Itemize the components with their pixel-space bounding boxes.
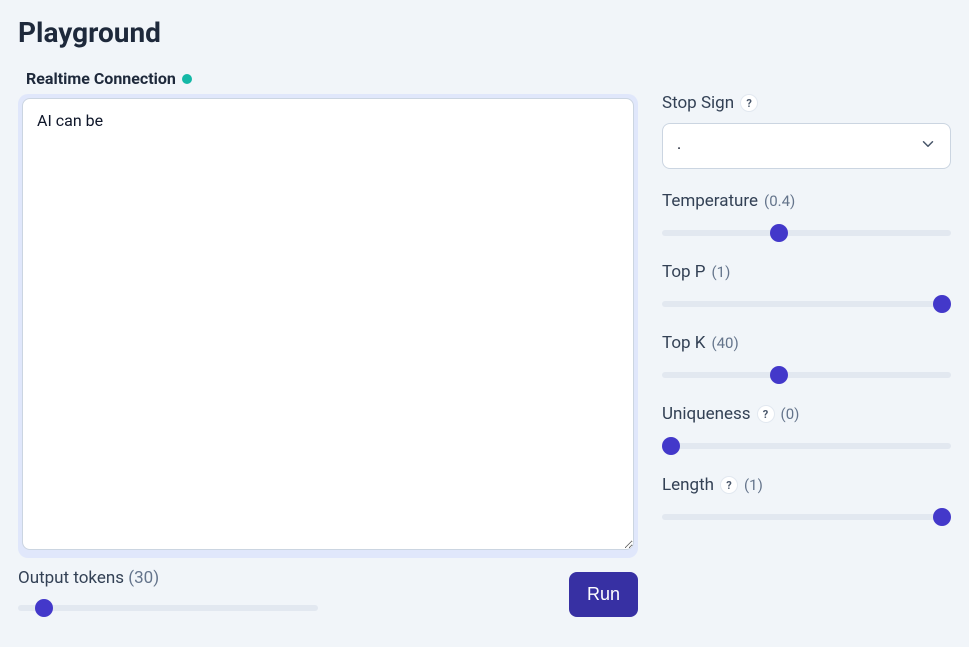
prompt-textarea[interactable] bbox=[22, 98, 634, 550]
run-button[interactable]: Run bbox=[569, 572, 638, 617]
top-k-label: Top K bbox=[662, 333, 705, 353]
connection-indicator-icon bbox=[182, 74, 192, 84]
help-icon[interactable]: ? bbox=[757, 405, 775, 423]
top-p-group: Top P (1) bbox=[662, 262, 951, 311]
prompt-textarea-frame bbox=[18, 94, 638, 558]
temperature-label: Temperature bbox=[662, 191, 758, 211]
top-p-label: Top P bbox=[662, 262, 706, 282]
output-tokens-control: Output tokens (30) bbox=[18, 568, 318, 615]
output-tokens-label: Output tokens (30) bbox=[18, 568, 318, 588]
page-title: Playground bbox=[18, 16, 951, 49]
top-k-slider[interactable] bbox=[662, 372, 951, 378]
parameters-panel: Stop Sign ? . Temperature (0.4) Top P (1… bbox=[662, 69, 951, 617]
uniqueness-label: Uniqueness bbox=[662, 404, 751, 424]
connection-label: Realtime Connection bbox=[26, 69, 176, 88]
stop-sign-label: Stop Sign bbox=[662, 93, 734, 113]
temperature-group: Temperature (0.4) bbox=[662, 191, 951, 240]
connection-status: Realtime Connection bbox=[26, 69, 638, 88]
stop-sign-group: Stop Sign ? . bbox=[662, 93, 951, 169]
length-group: Length ? (1) bbox=[662, 475, 951, 524]
uniqueness-group: Uniqueness ? (0) bbox=[662, 404, 951, 453]
top-k-group: Top K (40) bbox=[662, 333, 951, 382]
stop-sign-select[interactable]: . bbox=[662, 123, 951, 169]
temperature-slider[interactable] bbox=[662, 230, 951, 236]
help-icon[interactable]: ? bbox=[740, 94, 758, 112]
top-p-slider[interactable] bbox=[662, 301, 951, 307]
help-icon[interactable]: ? bbox=[720, 476, 738, 494]
length-slider[interactable] bbox=[662, 514, 951, 520]
left-column: Realtime Connection Output tokens (30) R… bbox=[18, 69, 638, 617]
uniqueness-slider[interactable] bbox=[662, 443, 951, 449]
length-label: Length bbox=[662, 475, 714, 495]
output-tokens-slider[interactable] bbox=[18, 605, 318, 611]
